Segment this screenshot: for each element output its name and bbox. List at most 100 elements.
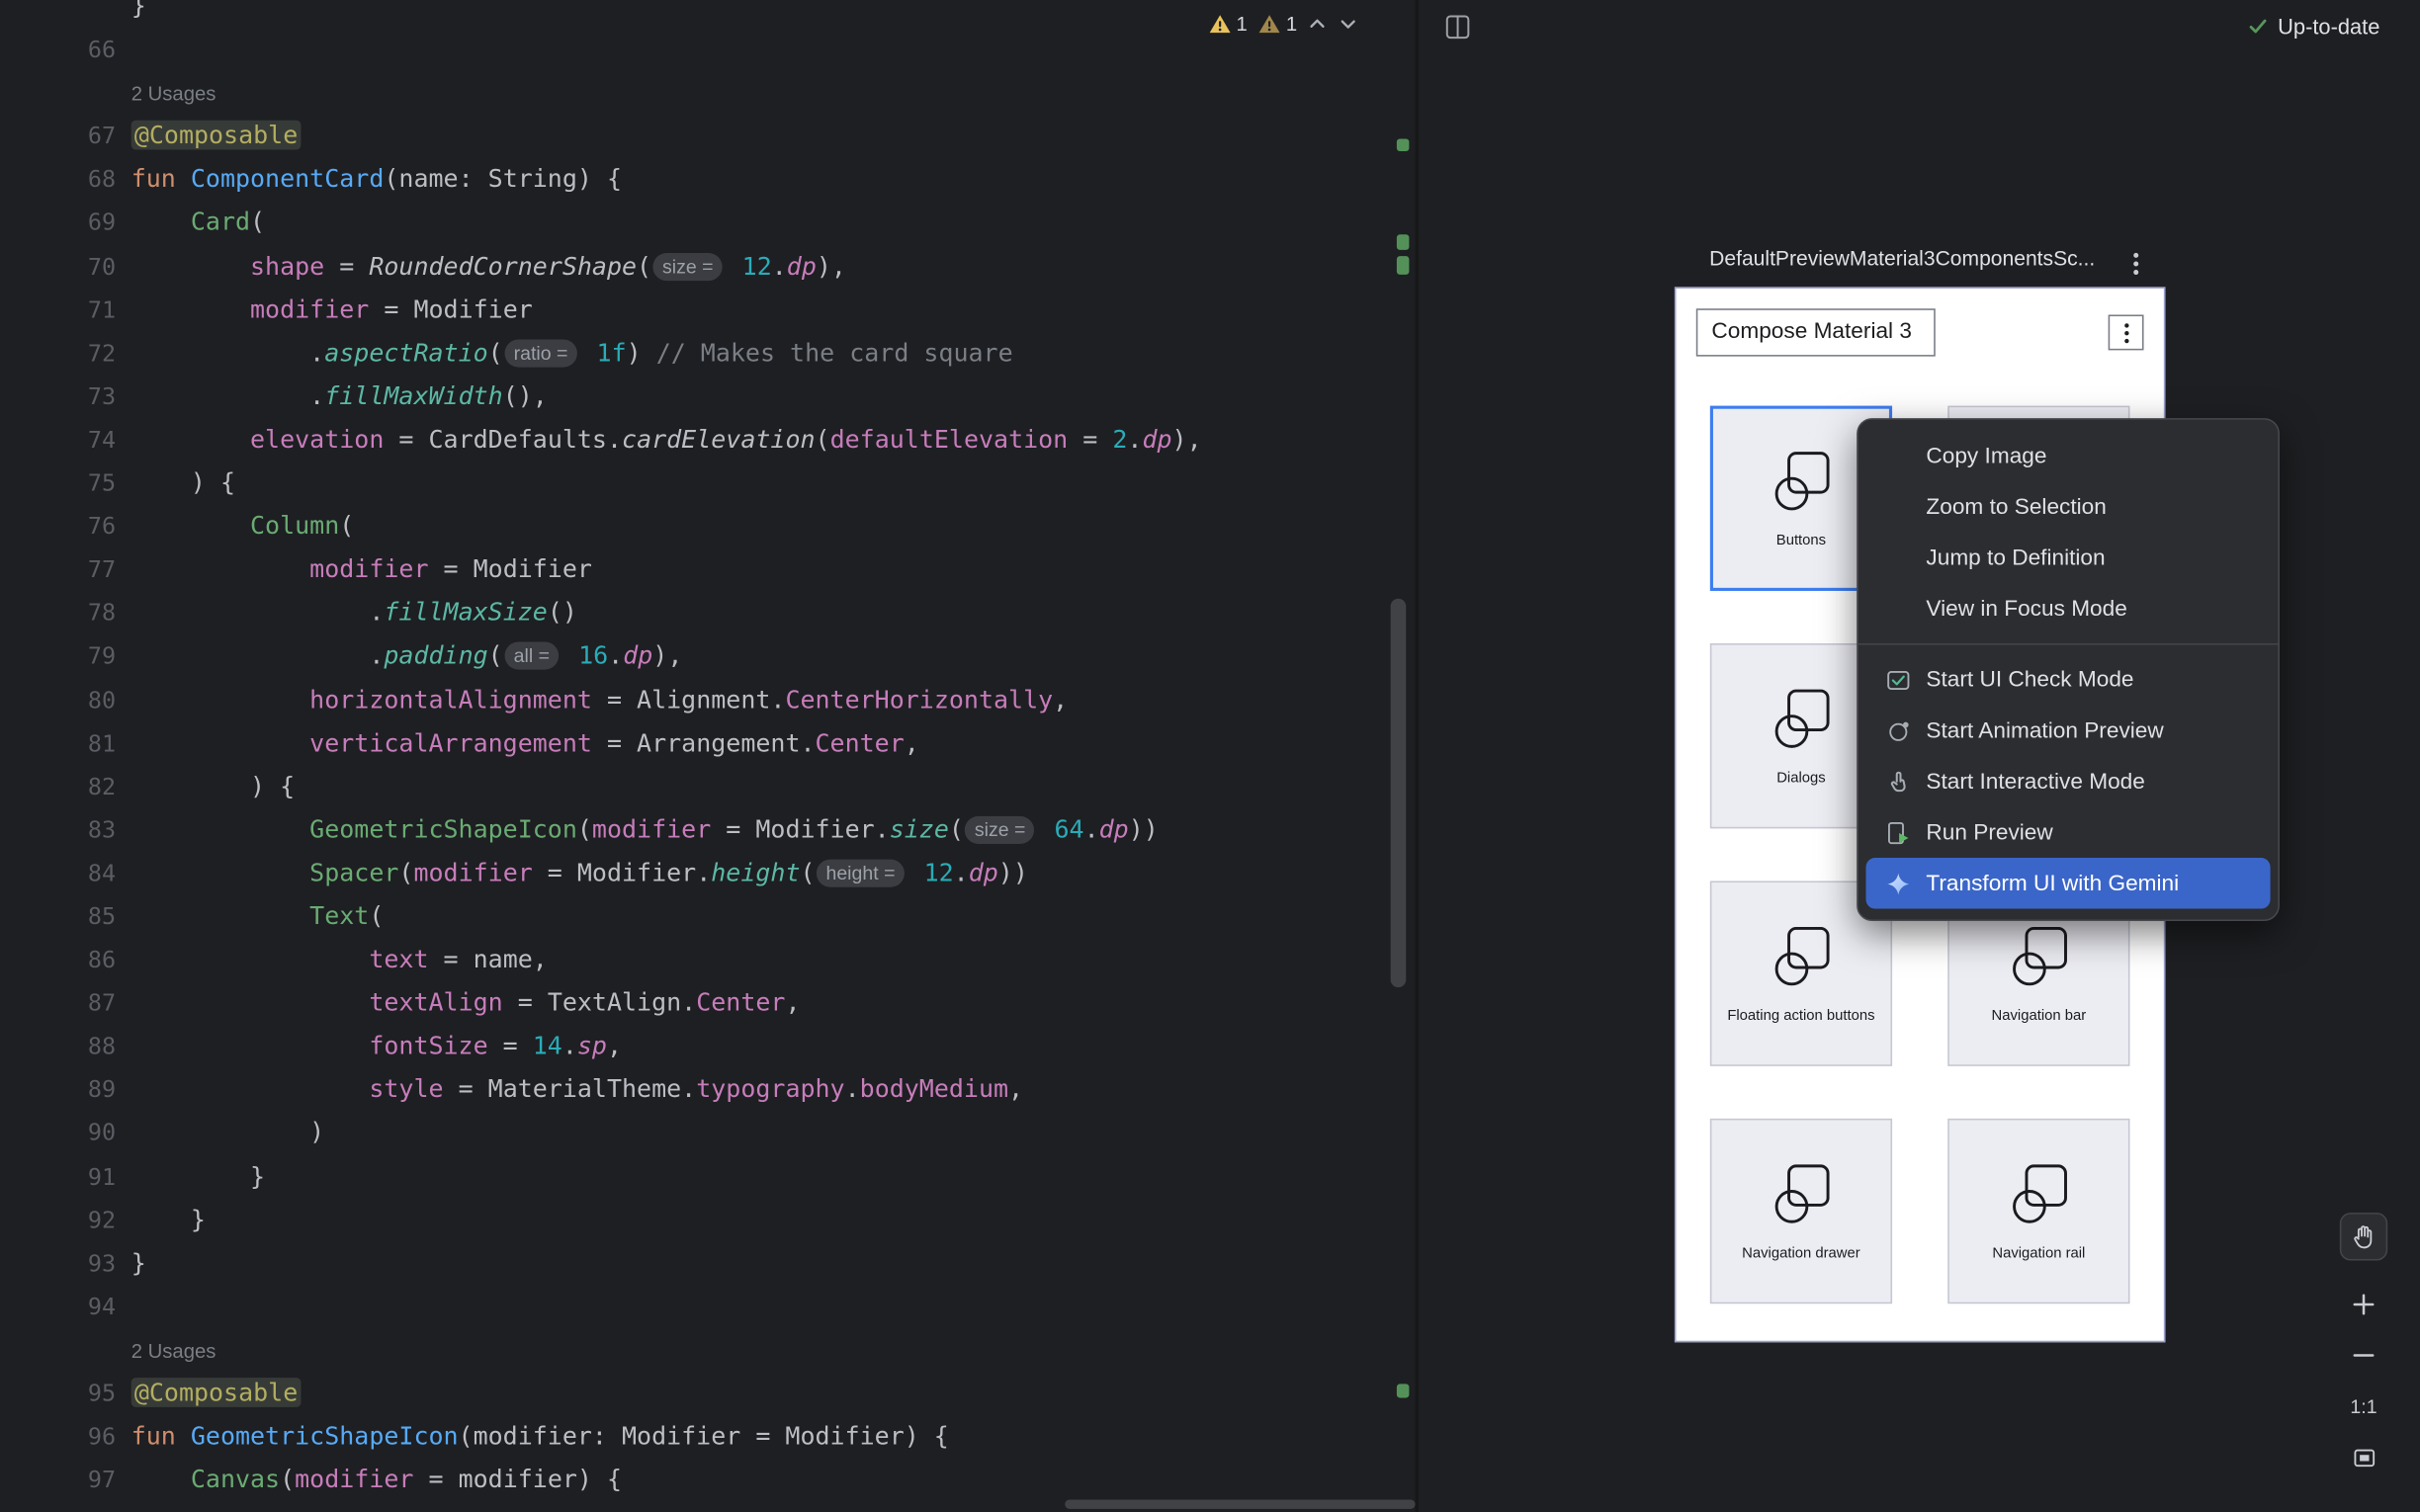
zoom-to-fit-icon[interactable]	[2340, 1433, 2387, 1480]
line-number: 92	[0, 1198, 116, 1241]
editor-vertical-scrollbar[interactable]	[1391, 599, 1407, 987]
code-editor[interactable]: }66 2 Usages 67@Composable68fun ComponentC…	[0, 0, 1416, 1512]
next-issue-chevron-icon[interactable]	[1339, 13, 1358, 33]
panel-divider[interactable]	[1416, 0, 1419, 1512]
code-line[interactable]: 74 elevation = CardDefaults.cardElevatio…	[0, 418, 1202, 462]
code-line[interactable]: 85 Text(	[0, 894, 1202, 938]
menu-item-zoom-to-selection[interactable]: Zoom to Selection	[1866, 481, 2271, 533]
code-line[interactable]: 68fun ComponentCard(name: String) {	[0, 158, 1202, 202]
code-line[interactable]: 89 style = MaterialTheme.typography.body…	[0, 1068, 1202, 1112]
card-label: Navigation rail	[1992, 1245, 2085, 1262]
menu-item-run-preview[interactable]: Run Preview	[1866, 807, 2271, 859]
line-number: 69	[0, 202, 116, 245]
menu-item-copy-image[interactable]: Copy Image	[1866, 431, 2271, 482]
code-line[interactable]: 75 ) {	[0, 462, 1202, 505]
code-line[interactable]: 92 }	[0, 1198, 1202, 1241]
code-line[interactable]: 88 fontSize = 14.sp,	[0, 1025, 1202, 1068]
overflow-menu-icon[interactable]	[2109, 314, 2144, 350]
line-number: 68	[0, 158, 116, 202]
code-line[interactable]: 69 Card(	[0, 202, 1202, 245]
line-number: 83	[0, 808, 116, 852]
parameter-inlay-hint: size =	[653, 252, 723, 280]
line-number: 76	[0, 505, 116, 548]
weak-warning-icon[interactable]: 1	[1258, 12, 1297, 35]
code-line[interactable]: 78 .fillMaxSize()	[0, 591, 1202, 634]
line-number: 84	[0, 852, 116, 895]
code-line[interactable]: 79 .padding(all = 16.dp),	[0, 634, 1202, 678]
zoom-actual-size[interactable]: 1:1	[2340, 1383, 2387, 1430]
code-line[interactable]: 66	[0, 28, 1202, 71]
card-label: Dialogs	[1776, 770, 1825, 787]
inspections-widget[interactable]: 1 1	[1208, 5, 1358, 42]
code-line[interactable]: 84 Spacer(modifier = Modifier.height(hei…	[0, 852, 1202, 895]
usages-hint[interactable]: 2 Usages	[131, 82, 216, 105]
code-line[interactable]: 86 text = name,	[0, 938, 1202, 981]
code-line[interactable]: 73 .fillMaxWidth(),	[0, 375, 1202, 418]
code-line[interactable]: 93}	[0, 1241, 1202, 1285]
warning-icon[interactable]: 1	[1208, 12, 1247, 35]
line-number: 78	[0, 591, 116, 634]
menu-item-jump-to-definition[interactable]: Jump to Definition	[1866, 533, 2271, 584]
code-line[interactable]: 70 shape = RoundedCornerShape(size = 12.…	[0, 245, 1202, 289]
parameter-inlay-hint: height =	[817, 859, 905, 886]
preview-name[interactable]: DefaultPreviewMaterial3ComponentsSc...	[1675, 247, 2130, 270]
code-line[interactable]: 80 horizontalAlignment = Alignment.Cente…	[0, 678, 1202, 721]
line-number: 88	[0, 1025, 116, 1068]
line-number: 67	[0, 115, 116, 158]
line-number: 75	[0, 462, 116, 505]
menu-item-start-ui-check-mode[interactable]: Start UI Check Mode	[1866, 654, 2271, 706]
line-number: 91	[0, 1155, 116, 1199]
menu-item-start-interactive-mode[interactable]: Start Interactive Mode	[1866, 756, 2271, 807]
preview-layout-icon[interactable]	[1444, 14, 1471, 47]
vcs-change-marker	[1397, 256, 1409, 275]
line-number: 72	[0, 331, 116, 375]
code-line[interactable]: 72 .aspectRatio(ratio = 1f) // Makes the…	[0, 331, 1202, 375]
line-number: 93	[0, 1241, 116, 1285]
code-line[interactable]: 71 modifier = Modifier	[0, 288, 1202, 331]
code-line[interactable]: 83 GeometricShapeIcon(modifier = Modifie…	[0, 808, 1202, 852]
card-label: Buttons	[1776, 533, 1826, 549]
code-line[interactable]: 77 modifier = Modifier	[0, 548, 1202, 592]
geometric-shape-icon	[2004, 923, 2073, 1000]
vcs-change-marker	[1397, 234, 1409, 250]
previous-issue-chevron-icon[interactable]	[1308, 13, 1328, 33]
code-line[interactable]: 91 }	[0, 1155, 1202, 1199]
code-line[interactable]: }	[0, 0, 1202, 28]
zoom-in-icon[interactable]	[2340, 1281, 2387, 1328]
menu-item-view-in-focus-mode[interactable]: View in Focus Mode	[1866, 583, 2271, 634]
code-line[interactable]: 82 ) {	[0, 765, 1202, 808]
code-line[interactable]: 2 Usages	[0, 71, 1202, 115]
usages-hint[interactable]: 2 Usages	[131, 1339, 216, 1362]
code-line[interactable]: 97 Canvas(modifier = modifier) {	[0, 1459, 1202, 1502]
animation-icon	[1886, 718, 1927, 743]
code-line[interactable]: 95@Composable	[0, 1372, 1202, 1415]
code-line[interactable]: 76 Column(	[0, 505, 1202, 548]
component-card-navigation-rail[interactable]: Navigation rail	[1947, 1119, 2129, 1303]
component-card-navigation-drawer[interactable]: Navigation drawer	[1710, 1119, 1892, 1303]
card-label: Floating action buttons	[1727, 1007, 1874, 1024]
code-line[interactable]: 96fun GeometricShapeIcon(modifier: Modif…	[0, 1415, 1202, 1459]
line-number: 90	[0, 1112, 116, 1155]
preview-more-icon[interactable]	[2120, 248, 2151, 279]
app-title-field[interactable]: Compose Material 3	[1696, 308, 1936, 356]
code-line[interactable]: 94	[0, 1285, 1202, 1328]
code-line[interactable]: 2 Usages	[0, 1328, 1202, 1372]
line-number: 80	[0, 678, 116, 721]
weak-warning-count: 1	[1286, 12, 1297, 35]
code-line[interactable]: 87 textAlign = TextAlign.Center,	[0, 981, 1202, 1025]
menu-item-start-animation-preview[interactable]: Start Animation Preview	[1866, 705, 2271, 756]
code-line[interactable]: 67@Composable	[0, 115, 1202, 158]
editor-horizontal-scrollbar[interactable]	[1065, 1500, 1415, 1509]
menu-item-label: Transform UI with Gemini	[1926, 871, 2179, 895]
menu-item-label: Start UI Check Mode	[1926, 667, 2133, 692]
android-studio-window: }66 2 Usages 67@Composable68fun ComponentC…	[0, 0, 2420, 1512]
parameter-inlay-hint: ratio =	[504, 339, 577, 367]
menu-separator	[1858, 643, 2279, 645]
line-number: 96	[0, 1415, 116, 1459]
zoom-out-icon[interactable]	[2340, 1331, 2387, 1379]
code-line[interactable]: 81 verticalArrangement = Arrangement.Cen…	[0, 721, 1202, 765]
code-line[interactable]: 90 )	[0, 1112, 1202, 1155]
line-number: 89	[0, 1068, 116, 1112]
pan-tool-icon[interactable]	[2340, 1213, 2387, 1260]
menu-item-transform-ui-with-gemini[interactable]: Transform UI with Gemini	[1866, 858, 2271, 909]
